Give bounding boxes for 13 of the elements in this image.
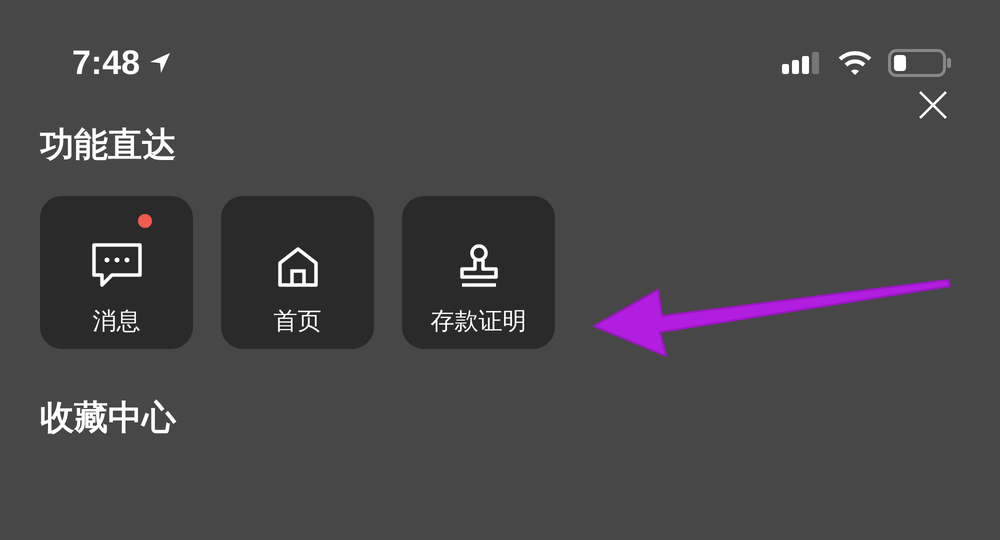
location-arrow-icon <box>148 51 172 75</box>
close-icon[interactable] <box>918 90 948 120</box>
shortcut-tile[interactable]: 消息 <box>40 196 193 349</box>
shortcut-tile[interactable]: 首页 <box>221 196 374 349</box>
status-time: 7:48 <box>72 46 140 80</box>
chat-bubble-icon <box>90 241 144 289</box>
home-icon <box>276 245 320 289</box>
battery-icon <box>888 49 952 77</box>
signal-icon <box>782 50 822 76</box>
section-title: 收藏中心 <box>40 401 178 435</box>
wifi-icon <box>838 50 872 76</box>
section-title: 功能直达 <box>40 128 177 162</box>
shortcut-tile[interactable]: 存款证明 <box>402 196 555 349</box>
